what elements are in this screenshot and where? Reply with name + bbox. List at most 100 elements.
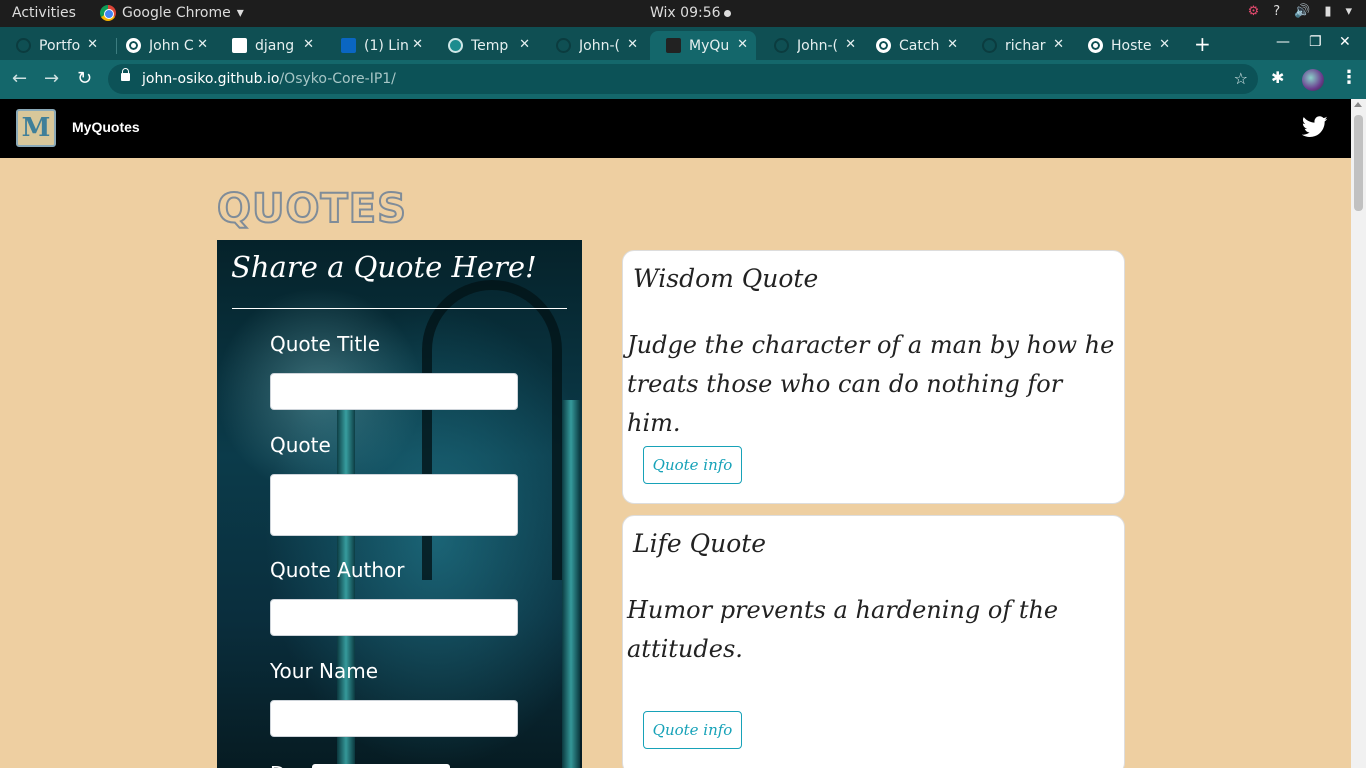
url-host: john-osiko.github.io: [142, 71, 280, 87]
close-icon[interactable]: ✕: [627, 37, 638, 52]
site-brand[interactable]: MyQuotes: [72, 119, 140, 135]
github-icon: [16, 38, 31, 53]
quote-title-input[interactable]: [270, 373, 518, 410]
form-title: Share a Quote Here!: [231, 250, 537, 284]
twitter-icon[interactable]: [1302, 116, 1328, 138]
tab-active[interactable]: MyQu ✕: [650, 31, 756, 60]
scrollbar-thumb[interactable]: [1354, 115, 1363, 211]
volume-icon[interactable]: 🔊: [1294, 4, 1310, 19]
close-icon[interactable]: ✕: [737, 37, 748, 52]
system-tray[interactable]: ⚙ ? 🔊 ▮ ▾: [1248, 4, 1352, 19]
close-icon[interactable]: ✕: [412, 37, 423, 52]
back-arrow-icon[interactable]: ←: [12, 68, 27, 89]
chevron-down-icon: ▾: [236, 5, 244, 21]
extensions-puzzle-icon[interactable]: ✱: [1271, 68, 1284, 87]
quote-info-button[interactable]: Quote info: [643, 711, 742, 749]
tab[interactable]: Hoste ✕: [1072, 31, 1178, 60]
quote-author-input[interactable]: [270, 599, 518, 636]
angular-icon: [666, 38, 681, 53]
background-pillar-decoration: [562, 400, 580, 768]
close-icon[interactable]: ✕: [303, 37, 314, 52]
quote-card-title: Life Quote: [633, 529, 767, 558]
tab[interactable]: John-( ✕: [540, 31, 646, 60]
profile-avatar[interactable]: [1302, 69, 1324, 91]
tab[interactable]: Catch ✕: [860, 31, 966, 60]
more-menu-icon[interactable]: ⋮: [1340, 67, 1358, 88]
close-icon[interactable]: ✕: [1053, 37, 1064, 52]
tab[interactable]: John-( ✕: [758, 31, 864, 60]
clock-text: Wix 09:56: [650, 5, 721, 21]
github-icon: [982, 38, 997, 53]
site-navbar: M MyQuotes: [0, 99, 1351, 158]
share-quote-form: Share a Quote Here! Quote Title Quote Qu…: [217, 240, 582, 768]
tab-title: MyQu: [689, 37, 730, 54]
close-icon[interactable]: ✕: [1159, 37, 1170, 52]
settings-gear-icon[interactable]: ⚙: [1248, 4, 1260, 19]
quote-card-body: Judge the character of a man by how he t…: [627, 331, 1115, 437]
web-page: M MyQuotes QUOTES Share a Quote Here! Qu…: [0, 99, 1351, 768]
system-top-bar: Activities Google Chrome ▾ Wix 09:56 ⚙ ?…: [0, 0, 1366, 27]
tab-title: John-(: [797, 37, 838, 54]
scroll-up-arrow-icon[interactable]: [1354, 102, 1362, 107]
tab[interactable]: John C ✕: [110, 31, 216, 60]
globe-icon: [1088, 38, 1103, 53]
minimize-icon[interactable]: —: [1276, 34, 1290, 50]
address-bar[interactable]: john-osiko.github.io/Osyko-Core-IP1/ ☆: [108, 64, 1258, 94]
tab[interactable]: Temp ✕: [432, 31, 538, 60]
site-logo[interactable]: M: [16, 109, 56, 147]
notification-dot-icon: [723, 9, 731, 17]
form-divider: [232, 308, 567, 309]
tab[interactable]: richar ✕: [966, 31, 1072, 60]
linkedin-icon: [341, 38, 356, 53]
bookmark-star-icon[interactable]: ☆: [1234, 69, 1248, 88]
tab-title: Hoste: [1111, 37, 1152, 54]
page-title: QUOTES: [216, 185, 407, 233]
tab[interactable]: djang ✕: [216, 31, 322, 60]
tab-title: John C: [149, 37, 194, 54]
partial-field-label: D: [270, 762, 285, 768]
quote-info-button[interactable]: Quote info: [643, 446, 742, 484]
quote-textarea[interactable]: [270, 474, 518, 536]
tab-title: John-(: [579, 37, 620, 54]
restore-icon[interactable]: ❐: [1309, 34, 1322, 50]
github-icon: [556, 38, 571, 53]
help-icon[interactable]: ?: [1273, 4, 1280, 19]
url-text[interactable]: john-osiko.github.io/Osyko-Core-IP1/: [142, 71, 396, 87]
activities-button[interactable]: Activities: [12, 5, 76, 21]
close-icon[interactable]: ✕: [845, 37, 856, 52]
lock-icon[interactable]: [121, 68, 130, 81]
close-icon[interactable]: ✕: [197, 37, 208, 52]
close-window-icon[interactable]: ✕: [1339, 34, 1351, 50]
quote-label: Quote: [270, 433, 331, 457]
url-path: /Osyko-Core-IP1/: [279, 71, 396, 87]
github-icon: [774, 38, 789, 53]
chrome-icon: [100, 5, 116, 21]
your-name-input[interactable]: [270, 700, 518, 737]
tab-title: djang: [255, 37, 295, 54]
partial-date-input[interactable]: [312, 764, 450, 768]
new-tab-plus-icon[interactable]: +: [1194, 32, 1211, 56]
app-name: Google Chrome: [122, 5, 231, 21]
tab-title: richar: [1005, 37, 1046, 54]
forward-arrow-icon[interactable]: →: [44, 68, 59, 89]
tab-title: (1) Lin: [364, 37, 409, 54]
tab[interactable]: Portfo ✕: [0, 31, 106, 60]
template-icon: [448, 38, 463, 53]
tab-title: Catch: [899, 37, 940, 54]
close-icon[interactable]: ✕: [87, 37, 98, 52]
tab[interactable]: (1) Lin ✕: [325, 31, 431, 60]
reload-icon[interactable]: ↻: [77, 68, 92, 89]
clock[interactable]: Wix 09:56: [650, 5, 731, 21]
close-icon[interactable]: ✕: [519, 37, 530, 52]
quote-card-title: Wisdom Quote: [633, 264, 819, 293]
page-scrollbar[interactable]: [1351, 99, 1366, 768]
chevron-down-icon[interactable]: ▾: [1345, 4, 1352, 19]
app-menu[interactable]: Google Chrome ▾: [100, 5, 244, 21]
battery-icon[interactable]: ▮: [1324, 4, 1331, 19]
close-icon[interactable]: ✕: [947, 37, 958, 52]
quote-card: Wisdom Quote Judge the character of a ma…: [622, 250, 1125, 504]
globe-icon: [126, 38, 141, 53]
quote-card: Life Quote Humor prevents a hardening of…: [622, 515, 1125, 768]
quote-author-label: Quote Author: [270, 558, 405, 582]
globe-icon: [876, 38, 891, 53]
